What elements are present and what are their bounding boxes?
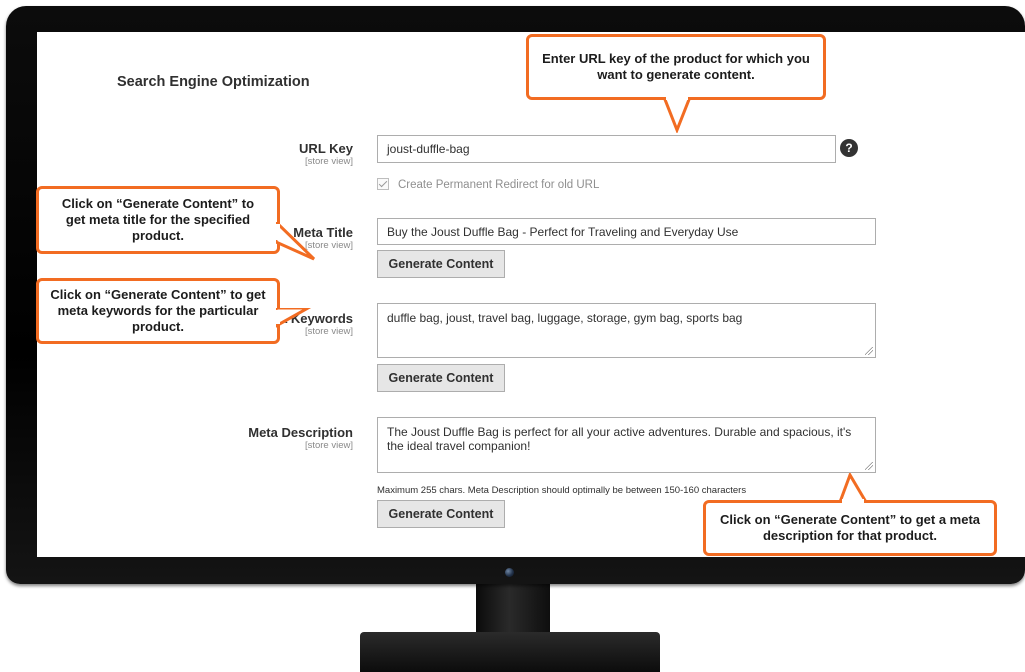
meta-description-textarea[interactable]: The Joust Duffle Bag is perfect for all … xyxy=(377,417,876,473)
webcam-icon xyxy=(505,568,514,577)
meta-keywords-callout-pointer xyxy=(276,308,312,328)
redirect-checkbox[interactable] xyxy=(377,178,389,190)
redirect-checkbox-row[interactable]: Create Permanent Redirect for old URL xyxy=(377,178,599,191)
section-title: Search Engine Optimization xyxy=(117,74,310,90)
resize-grip-icon[interactable] xyxy=(865,462,873,470)
url-key-callout: Enter URL key of the product for which y… xyxy=(526,34,826,100)
url-key-label-group: URL Key [store view] xyxy=(133,141,353,167)
meta-title-input[interactable]: Buy the Joust Duffle Bag - Perfect for T… xyxy=(377,218,876,245)
monitor-stand-base xyxy=(360,632,660,672)
meta-keywords-value: duffle bag, joust, travel bag, luggage, … xyxy=(387,311,743,325)
meta-description-scope: [store view] xyxy=(304,440,353,451)
url-key-input[interactable]: joust-duffle-bag xyxy=(377,135,836,163)
meta-description-callout-pointer xyxy=(838,473,869,503)
meta-description-label: Meta Description xyxy=(248,425,353,440)
meta-description-note: Maximum 255 chars. Meta Description shou… xyxy=(377,485,747,496)
meta-title-callout: Click on “Generate Content” to get meta … xyxy=(36,186,280,254)
meta-description-value: The Joust Duffle Bag is perfect for all … xyxy=(387,425,852,453)
generate-meta-keywords-button[interactable]: Generate Content xyxy=(377,364,505,392)
meta-description-callout: Click on “Generate Content” to get a met… xyxy=(703,500,997,556)
monitor-stand-neck xyxy=(476,584,550,638)
url-key-callout-pointer xyxy=(662,97,692,133)
question-circle-icon[interactable]: ? xyxy=(840,139,858,157)
meta-title-callout-pointer xyxy=(276,222,316,261)
generate-meta-title-button[interactable]: Generate Content xyxy=(377,250,505,278)
meta-description-callout-text: Click on “Generate Content” to get a met… xyxy=(719,512,981,543)
url-key-scope: [store view] xyxy=(304,156,353,167)
url-key-callout-text: Enter URL key of the product for which y… xyxy=(542,51,810,82)
meta-title-callout-text: Click on “Generate Content” to get meta … xyxy=(61,196,255,243)
resize-grip-icon[interactable] xyxy=(865,347,873,355)
url-key-label: URL Key xyxy=(299,141,353,156)
meta-keywords-callout: Click on “Generate Content” to get meta … xyxy=(36,278,280,344)
redirect-checkbox-label: Create Permanent Redirect for old URL xyxy=(398,179,600,191)
meta-keywords-textarea[interactable]: duffle bag, joust, travel bag, luggage, … xyxy=(377,303,876,358)
meta-description-label-group: Meta Description [store view] xyxy=(133,425,353,451)
generate-meta-description-button[interactable]: Generate Content xyxy=(377,500,505,528)
meta-keywords-callout-text: Click on “Generate Content” to get meta … xyxy=(50,287,266,334)
